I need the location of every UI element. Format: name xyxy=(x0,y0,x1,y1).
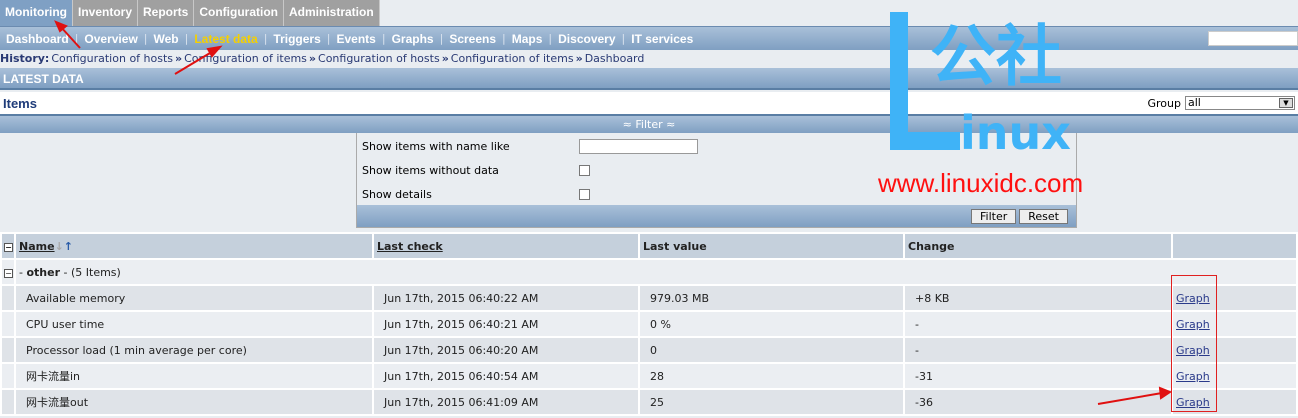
filter-button[interactable]: Filter xyxy=(971,208,1017,224)
submenu-triggers[interactable]: Triggers xyxy=(267,32,326,46)
without-data-checkbox[interactable] xyxy=(579,164,590,176)
without-data-label: Show items without data xyxy=(362,163,499,177)
table-row: 网卡流量in Jun 17th, 2015 06:40:54 AM 28 -31… xyxy=(0,362,1298,390)
item-name: 网卡流量out xyxy=(14,388,374,416)
submenu-it-services[interactable]: IT services xyxy=(625,32,699,46)
group-count: (5 Items) xyxy=(70,265,121,279)
item-last-value: 0 % xyxy=(638,310,905,338)
page-title: LATEST DATA xyxy=(0,68,1298,90)
submenu-dashboard[interactable]: Dashboard xyxy=(0,32,75,46)
history-separator: » xyxy=(441,52,449,65)
search-input[interactable] xyxy=(1208,31,1298,46)
item-last-value: 28 xyxy=(638,362,905,390)
group-row: - other - (5 Items) xyxy=(14,258,1298,286)
item-change: -36 xyxy=(903,388,1173,416)
tab-monitoring[interactable]: Monitoring xyxy=(0,0,73,26)
submenu-web[interactable]: Web xyxy=(148,32,185,46)
history-link[interactable]: Configuration of hosts xyxy=(318,52,440,65)
history-link[interactable]: Dashboard xyxy=(585,52,645,65)
item-change: - xyxy=(903,310,1173,338)
submenu-screens[interactable]: Screens xyxy=(443,32,502,46)
item-name: 网卡流量in xyxy=(14,362,374,390)
items-title: Items xyxy=(3,95,37,111)
items-header: Items Group all ▼ xyxy=(0,92,1298,116)
details-checkbox[interactable] xyxy=(579,188,590,200)
item-last-check: Jun 17th, 2015 06:41:09 AM xyxy=(372,388,640,416)
item-last-check: Jun 17th, 2015 06:40:21 AM xyxy=(372,310,640,338)
header-graph xyxy=(1171,232,1298,260)
tab-administration[interactable]: Administration xyxy=(284,0,380,26)
history-separator: » xyxy=(308,52,317,65)
item-change: - xyxy=(903,336,1173,364)
submenu-discovery[interactable]: Discovery xyxy=(552,32,621,46)
group-select[interactable]: all ▼ xyxy=(1185,96,1295,110)
history-link[interactable]: Configuration of items xyxy=(451,52,574,65)
table-row: Available memory Jun 17th, 2015 06:40:22… xyxy=(0,284,1298,312)
history-separator: » xyxy=(175,52,183,65)
row-spacer xyxy=(0,388,16,416)
items-table: − Name↓↑ Last check Last value Change − … xyxy=(0,232,1298,416)
tab-configuration[interactable]: Configuration xyxy=(194,0,284,26)
item-last-check: Jun 17th, 2015 06:40:20 AM xyxy=(372,336,640,364)
item-name: Available memory xyxy=(14,284,374,312)
submenu-events[interactable]: Events xyxy=(331,32,382,46)
tab-reports[interactable]: Reports xyxy=(138,0,195,26)
sort-name[interactable]: Name xyxy=(19,240,55,253)
sub-menu: Dashboard | Overview | Web | Latest data | Trigg… xyxy=(0,26,1298,50)
header-last-value: Last value xyxy=(638,232,905,260)
group-value: all xyxy=(1188,96,1201,109)
highlight-box xyxy=(1171,275,1217,412)
submenu-overview[interactable]: Overview xyxy=(78,32,143,46)
row-spacer xyxy=(0,362,16,390)
collapse-all-icon[interactable]: − xyxy=(4,242,13,252)
details-label: Show details xyxy=(362,187,432,201)
item-last-value: 0 xyxy=(638,336,905,364)
item-name: Processor load (1 min average per core) xyxy=(14,336,374,364)
item-last-value: 979.03 MB xyxy=(638,284,905,312)
row-spacer xyxy=(0,284,16,312)
table-row: 网卡流量out Jun 17th, 2015 06:41:09 AM 25 -3… xyxy=(0,388,1298,416)
submenu-latest-data[interactable]: Latest data xyxy=(188,32,263,46)
sort-down-icon: ↓ xyxy=(54,239,64,253)
tab-inventory[interactable]: Inventory xyxy=(72,0,138,26)
header-change: Change xyxy=(903,232,1173,260)
chevron-down-icon: ▼ xyxy=(1279,98,1293,108)
history-link[interactable]: Configuration of items xyxy=(184,52,307,65)
item-last-check: Jun 17th, 2015 06:40:22 AM xyxy=(372,284,640,312)
table-row: Processor load (1 min average per core) … xyxy=(0,336,1298,364)
name-like-input[interactable] xyxy=(579,138,698,154)
filter-toggle[interactable]: ≈ Filter ≈ xyxy=(0,116,1298,133)
group-name: other xyxy=(26,265,61,279)
item-last-check: Jun 17th, 2015 06:40:54 AM xyxy=(372,362,640,390)
history-link[interactable]: Configuration of hosts xyxy=(51,52,173,65)
item-change: +8 KB xyxy=(903,284,1173,312)
table-row: CPU user time Jun 17th, 2015 06:40:21 AM… xyxy=(0,310,1298,338)
history-separator: » xyxy=(575,52,583,65)
row-spacer xyxy=(0,336,16,364)
group-label: Group xyxy=(1147,96,1182,110)
submenu-maps[interactable]: Maps xyxy=(506,32,549,46)
item-name: CPU user time xyxy=(14,310,374,338)
breadcrumb: History: Configuration of hosts» Configura… xyxy=(0,50,1298,68)
sort-up-icon: ↑ xyxy=(63,239,73,253)
top-menu: Monitoring Inventory Reports Configurati… xyxy=(0,0,1298,26)
name-like-label: Show items with name like xyxy=(362,139,510,153)
submenu-graphs[interactable]: Graphs xyxy=(386,32,440,46)
filter-panel: Show items with name like Show items wit… xyxy=(356,133,1077,228)
sort-last-check[interactable]: Last check xyxy=(377,240,443,253)
item-change: -31 xyxy=(903,362,1173,390)
row-spacer xyxy=(0,310,16,338)
history-label: History: xyxy=(0,52,50,65)
reset-button[interactable]: Reset xyxy=(1019,208,1068,224)
collapse-group-icon[interactable]: − xyxy=(4,268,13,278)
item-last-value: 25 xyxy=(638,388,905,416)
